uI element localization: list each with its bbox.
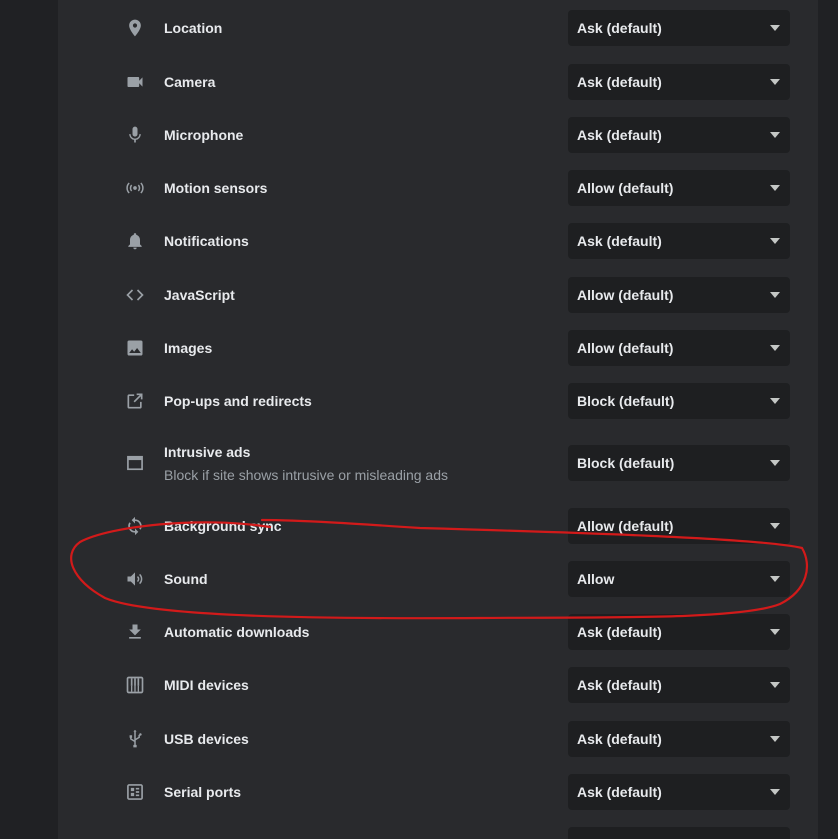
select-value: Allow (default) [577,180,674,196]
open-in-new-icon [124,390,146,412]
chevron-down-icon [770,132,780,138]
chevron-down-icon [770,576,780,582]
automatic-downloads-permission-select[interactable]: Ask (default) [568,614,790,650]
speaker-icon [124,568,146,590]
permission-label: Automatic downloads [164,624,310,640]
motion-sensors-icon [124,177,146,199]
chevron-down-icon [770,523,780,529]
select-value: Allow (default) [577,518,674,534]
select-value: Ask (default) [577,624,662,640]
code-icon [124,284,146,306]
select-value: Block (default) [577,455,675,471]
permission-row-javascript: JavaScript Allow (default) [58,277,818,313]
permission-label: Microphone [164,127,244,143]
select-value: Ask (default) [577,74,662,90]
permission-label: Sound [164,571,208,587]
permission-row-midi-devices: MIDI devices Ask (default) [58,667,818,703]
site-settings-permissions-card: Location Ask (default) Camera Ask (defau… [58,0,818,839]
location-permission-select[interactable]: Ask (default) [568,10,790,46]
camera-icon [124,71,146,93]
select-value: Allow (default) [577,287,674,303]
permission-label: Camera [164,74,216,90]
permission-label: Pop-ups and redirects [164,393,312,409]
chevron-down-icon [770,25,780,31]
permission-label: Location [164,20,223,36]
chevron-down-icon [770,185,780,191]
permission-row-images: Images Allow (default) [58,330,818,366]
permission-label: Intrusive ads [164,444,251,460]
permission-row-sound: Sound Allow [58,561,818,597]
popups-permission-select[interactable]: Block (default) [568,383,790,419]
chevron-down-icon [770,682,780,688]
chevron-down-icon [770,79,780,85]
partial-permission-select[interactable] [568,827,790,839]
chevron-down-icon [770,238,780,244]
left-background [0,0,58,839]
select-value: Ask (default) [577,731,662,747]
select-value: Ask (default) [577,784,662,800]
chevron-down-icon [770,398,780,404]
permission-label: JavaScript [164,287,235,303]
download-icon [124,621,146,643]
chevron-down-icon [770,736,780,742]
permission-row-serial-ports: Serial ports Ask (default) [58,774,818,810]
permission-row-automatic-downloads: Automatic downloads Ask (default) [58,614,818,650]
serial-ports-permission-select[interactable]: Ask (default) [568,774,790,810]
sound-permission-select[interactable]: Allow [568,561,790,597]
select-value: Block (default) [577,393,675,409]
location-pin-icon [124,17,146,39]
permission-sublabel: Block if site shows intrusive or mislead… [164,467,449,483]
javascript-permission-select[interactable]: Allow (default) [568,277,790,313]
select-value: Ask (default) [577,20,662,36]
select-value: Ask (default) [577,127,662,143]
usb-devices-permission-select[interactable]: Ask (default) [568,721,790,757]
permission-label: Images [164,340,213,356]
chevron-down-icon [770,292,780,298]
microphone-permission-select[interactable]: Ask (default) [568,117,790,153]
select-value: Ask (default) [577,233,662,249]
camera-permission-select[interactable]: Ask (default) [568,64,790,100]
window-icon [124,452,146,474]
image-icon [124,337,146,359]
permission-row-popups: Pop-ups and redirects Block (default) [58,383,818,419]
select-value: Ask (default) [577,677,662,693]
permission-row-usb-devices: USB devices Ask (default) [58,721,818,757]
select-value: Allow (default) [577,340,674,356]
permission-row-microphone: Microphone Ask (default) [58,117,818,153]
piano-keys-icon [124,674,146,696]
permission-label: Motion sensors [164,180,268,196]
intrusive-ads-permission-select[interactable]: Block (default) [568,445,790,481]
permission-row-intrusive-ads: Intrusive ads Block if site shows intrus… [58,444,818,483]
chevron-down-icon [770,345,780,351]
images-permission-select[interactable]: Allow (default) [568,330,790,366]
permission-label: Background sync [164,518,282,534]
permission-label: Notifications [164,233,249,249]
permission-label: USB devices [164,731,249,747]
permission-row-location: Location Ask (default) [58,10,818,46]
right-background [818,0,838,839]
permission-row-motion-sensors: Motion sensors Allow (default) [58,170,818,206]
usb-icon [124,728,146,750]
motion-sensors-permission-select[interactable]: Allow (default) [568,170,790,206]
chevron-down-icon [770,789,780,795]
permission-row-partial [58,827,818,839]
permission-row-notifications: Notifications Ask (default) [58,223,818,259]
permission-label: MIDI devices [164,677,249,693]
chevron-down-icon [770,629,780,635]
serial-port-icon [124,781,146,803]
notifications-permission-select[interactable]: Ask (default) [568,223,790,259]
chevron-down-icon [770,460,780,466]
permission-row-camera: Camera Ask (default) [58,64,818,100]
permission-row-background-sync: Background sync Allow (default) [58,508,818,544]
midi-devices-permission-select[interactable]: Ask (default) [568,667,790,703]
permission-label: Serial ports [164,784,242,800]
microphone-icon [124,124,146,146]
bell-icon [124,230,146,252]
background-sync-permission-select[interactable]: Allow (default) [568,508,790,544]
select-value: Allow [577,571,615,587]
sync-icon [124,515,146,537]
